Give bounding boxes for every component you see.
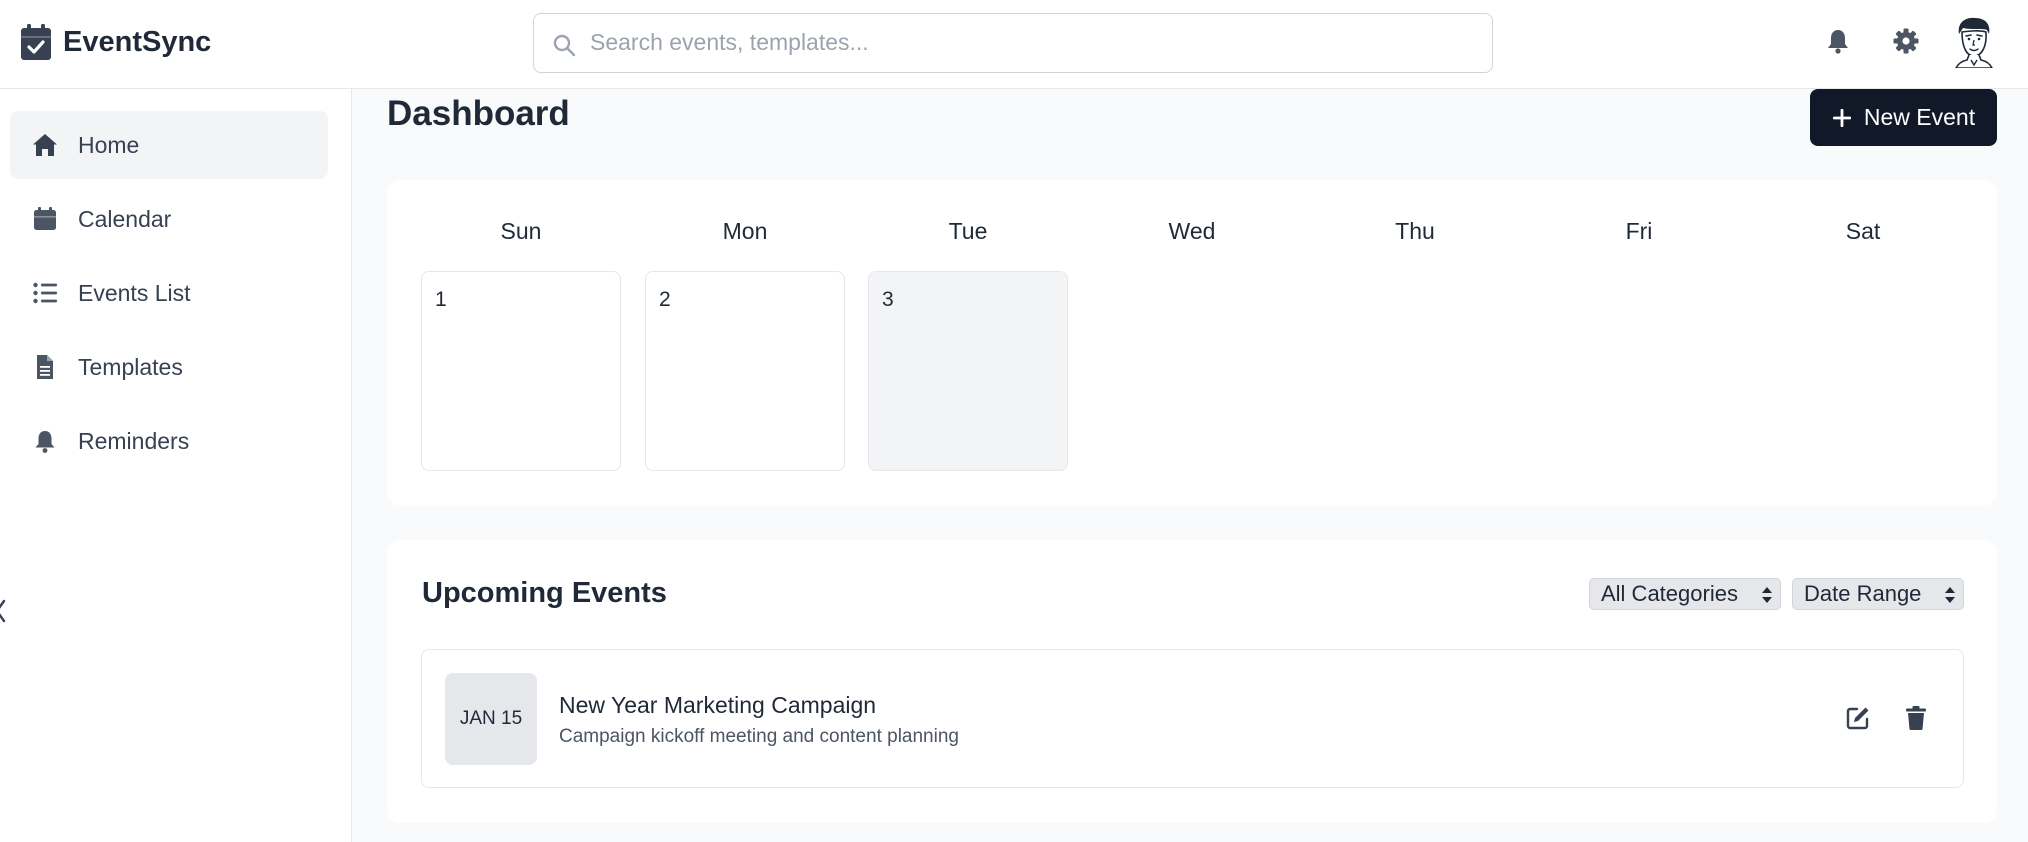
sidebar-item-calendar[interactable]: Calendar bbox=[10, 185, 328, 253]
avatar[interactable] bbox=[1952, 16, 1996, 68]
event-title: New Year Marketing Campaign bbox=[559, 692, 877, 718]
weekday-sat: Sat bbox=[1845, 218, 1881, 244]
edit-icon[interactable] bbox=[1845, 705, 1871, 731]
weekday-fri: Fri bbox=[1625, 218, 1653, 244]
weekday-thu: Thu bbox=[1395, 218, 1435, 244]
weekday-sun: Sun bbox=[500, 218, 542, 244]
app-name: EventSync bbox=[63, 25, 212, 58]
sidebar: Home Calendar Events List Templates Remi… bbox=[0, 89, 352, 842]
select-arrows-icon bbox=[1762, 587, 1772, 603]
search-icon bbox=[553, 34, 576, 57]
date-range-select[interactable]: Date Range bbox=[1792, 578, 1964, 610]
bell-icon bbox=[35, 431, 55, 453]
bell-icon[interactable] bbox=[1824, 27, 1852, 55]
weekday-wed: Wed bbox=[1168, 218, 1216, 244]
gear-icon[interactable] bbox=[1892, 27, 1920, 55]
day-number: 1 bbox=[435, 288, 447, 311]
sidebar-item-reminders[interactable]: Reminders bbox=[10, 407, 328, 475]
calendar-day-cell-today[interactable]: 3 bbox=[868, 271, 1068, 471]
sidebar-item-templates[interactable]: Templates bbox=[10, 333, 328, 401]
new-event-label: New Event bbox=[1863, 104, 1976, 130]
calendar-day-cell[interactable]: 2 bbox=[645, 271, 845, 471]
event-description: Campaign kickoff meeting and content pla… bbox=[559, 726, 959, 747]
category-select-value: All Categories bbox=[1601, 581, 1738, 606]
page-title: Dashboard bbox=[387, 94, 570, 133]
event-list-item[interactable]: JAN 15 New Year Marketing Campaign Campa… bbox=[421, 649, 1964, 788]
file-icon bbox=[37, 355, 53, 379]
select-arrows-icon bbox=[1945, 587, 1955, 603]
sidebar-item-label: Calendar bbox=[78, 205, 172, 232]
search-box bbox=[533, 13, 1493, 73]
collapse-chevron-icon[interactable] bbox=[0, 595, 8, 627]
sidebar-item-label: Templates bbox=[78, 353, 183, 380]
brand[interactable]: EventSync bbox=[21, 23, 211, 61]
new-event-button[interactable]: New Event bbox=[1810, 89, 1997, 146]
sidebar-item-label: Events List bbox=[78, 279, 191, 306]
upcoming-events-card: Upcoming Events All Categories Date Rang… bbox=[387, 540, 1997, 823]
section-title: Upcoming Events bbox=[422, 577, 667, 609]
home-icon bbox=[33, 134, 57, 156]
list-icon bbox=[33, 282, 57, 304]
day-number: 3 bbox=[882, 288, 894, 311]
calendar-card: Sun Mon Tue Wed Thu Fri Sat 1 2 3 bbox=[387, 180, 1997, 506]
calendar-check-icon bbox=[21, 24, 51, 60]
search-input[interactable] bbox=[590, 14, 1480, 71]
calendar-icon bbox=[34, 207, 56, 230]
trash-icon[interactable] bbox=[1903, 705, 1929, 731]
sidebar-item-home[interactable]: Home bbox=[10, 111, 328, 179]
category-select[interactable]: All Categories bbox=[1589, 578, 1781, 610]
sidebar-item-events-list[interactable]: Events List bbox=[10, 259, 328, 327]
day-number: 2 bbox=[659, 288, 671, 311]
plus-icon bbox=[1832, 108, 1851, 127]
top-bar: EventSync bbox=[0, 0, 2028, 89]
event-date-badge: JAN 15 bbox=[445, 673, 537, 765]
weekday-mon: Mon bbox=[722, 218, 768, 244]
sidebar-item-label: Reminders bbox=[78, 427, 190, 454]
date-range-select-value: Date Range bbox=[1804, 581, 1922, 606]
sidebar-item-label: Home bbox=[78, 131, 140, 158]
calendar-day-cell[interactable]: 1 bbox=[421, 271, 621, 471]
weekday-tue: Tue bbox=[948, 218, 988, 244]
